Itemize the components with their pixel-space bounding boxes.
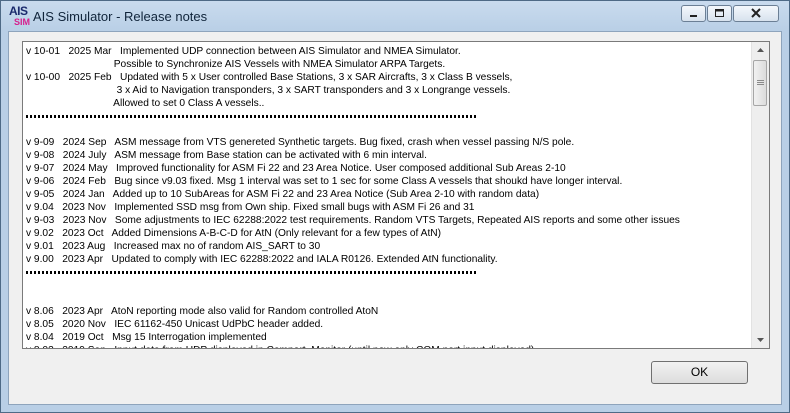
- release-notes-textbox[interactable]: v 10-01 2025 Mar Implemented UDP connect…: [22, 41, 770, 349]
- dialog-client-area: v 10-01 2025 Mar Implemented UDP connect…: [8, 31, 782, 405]
- release-note-line: v 10-00 2025 Feb Updated with 5 x User c…: [26, 72, 513, 83]
- release-notes-window: AIS SIM AIS Simulator - Release notes v …: [0, 0, 790, 413]
- release-note-line: v 9.00 2023 Apr Updated to comply with I…: [26, 254, 498, 265]
- release-note-line: v 8.03 2019 Sep Input data from UDP disp…: [26, 344, 748, 348]
- release-note-line: Possible to Synchronize AIS Vessels with…: [26, 59, 446, 70]
- close-icon: [751, 8, 761, 18]
- release-note-line: [26, 279, 748, 292]
- release-note-line: v 9-08 2024 July ASM message from Base s…: [26, 150, 427, 161]
- release-note-line: 3 x Aid to Navigation transponders, 3 x …: [26, 85, 511, 96]
- scroll-down-arrow-icon: [757, 338, 764, 342]
- release-note-line: v 9-03 2023 Nov Some adjustments to IEC …: [26, 215, 680, 226]
- separator-line: [26, 266, 748, 279]
- scroll-up-button[interactable]: [752, 42, 769, 59]
- release-note-line: v 10-01 2025 Mar Implemented UDP connect…: [26, 46, 461, 57]
- release-note-line: v 9-09 2024 Sep ASM message from VTS gen…: [26, 137, 575, 148]
- window-title: AIS Simulator - Release notes: [33, 9, 208, 24]
- scroll-up-arrow-icon: [757, 48, 764, 52]
- release-note-line: Allowed to set 0 Class A vessels..: [26, 98, 265, 109]
- maximize-button[interactable]: [707, 5, 732, 22]
- minimize-button[interactable]: [681, 5, 706, 22]
- release-note-line: [26, 123, 748, 136]
- release-note-line: v 9.02 2023 Oct Added Dimensions A-B-C-D…: [26, 228, 442, 239]
- vertical-scrollbar[interactable]: [751, 42, 769, 348]
- scroll-thumb[interactable]: [753, 60, 767, 106]
- maximize-icon: [715, 9, 724, 17]
- release-notes-text: v 10-01 2025 Mar Implemented UDP connect…: [26, 45, 748, 348]
- release-note-line: v 8.05 2020 Nov IEC 61162-450 Unicast Ud…: [26, 319, 324, 330]
- app-logo-subtext: SIM: [14, 17, 31, 27]
- app-logo-text: AIS: [9, 4, 28, 18]
- release-note-line: v 8.04 2019 Oct Msg 15 Interrogation imp…: [26, 332, 267, 343]
- release-note-line: v 9.04 2023 Nov Implemented SSD msg from…: [26, 202, 475, 213]
- release-note-line: v 8.06 2023 Apr AtoN reporting mode also…: [26, 306, 379, 317]
- app-logo: AIS SIM: [9, 4, 31, 28]
- ok-button[interactable]: OK: [651, 361, 748, 384]
- minimize-icon: [690, 15, 697, 17]
- separator-line: [26, 110, 748, 123]
- release-note-line: [26, 292, 748, 305]
- title-bar[interactable]: AIS SIM AIS Simulator - Release notes: [1, 1, 789, 31]
- close-button[interactable]: [733, 5, 779, 22]
- release-note-line: v 9.01 2023 Aug Increased max no of rand…: [26, 241, 321, 252]
- scroll-down-button[interactable]: [752, 331, 769, 348]
- release-note-line: v 9-07 2024 May Improved functionality f…: [26, 163, 566, 174]
- release-note-line: v 9-06 2024 Feb Bug since v9.03 fixed. M…: [26, 176, 623, 187]
- release-note-line: v 9-05 2024 Jan Added up to 10 SubAreas …: [26, 189, 540, 200]
